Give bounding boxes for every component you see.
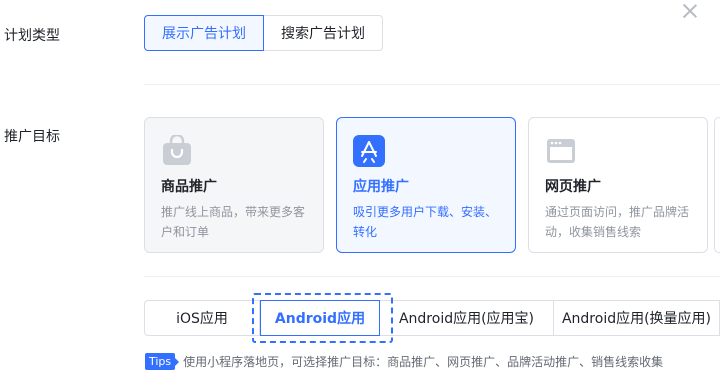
app-type-tabs: iOS应用 Android应用 Android应用(应用宝) Android应用… xyxy=(144,300,720,336)
shopping-bag-icon xyxy=(161,133,193,167)
tab-android-app-exchange[interactable]: Android应用(换量应用) xyxy=(554,300,720,336)
divider xyxy=(144,276,720,277)
goal-card-webpage[interactable]: 网页推广 通过页面访问，推广品牌活动，收集销售线索 xyxy=(528,117,708,253)
app-store-icon xyxy=(353,135,385,167)
promotion-goal-label: 推广目标 xyxy=(4,129,60,145)
tips-badge: Tips xyxy=(145,353,180,370)
goal-card-title: 网页推广 xyxy=(545,179,601,195)
goal-card-title: 应用推广 xyxy=(353,179,409,195)
goal-card-desc: 推广线上商品，带来更多客户和订单 xyxy=(161,205,306,239)
goal-card-desc: 吸引更多用户下载、安装、转化 xyxy=(353,205,498,239)
tab-android-app-yyb[interactable]: Android应用(应用宝) xyxy=(380,300,554,336)
tips-text: 使用小程序落地页，可选择推广目标：商品推广、网页推广、品牌活动推广、销售线索收集 xyxy=(183,355,664,369)
plan-type-display-button[interactable]: 展示广告计划 xyxy=(144,15,264,51)
tab-ios-app[interactable]: iOS应用 xyxy=(144,300,260,336)
goal-card-title: 商品推广 xyxy=(161,179,217,195)
plan-type-search-button[interactable]: 搜索广告计划 xyxy=(264,15,383,51)
goal-card-product[interactable]: 商品推广 推广线上商品，带来更多客户和订单 xyxy=(144,117,324,253)
goal-card-app[interactable]: 应用推广 吸引更多用户下载、安装、转化 xyxy=(336,117,516,253)
plan-type-segmented-control: 展示广告计划 搜索广告计划 xyxy=(144,15,383,51)
divider xyxy=(144,84,720,85)
focus-highlight xyxy=(252,293,393,343)
tips-row: Tips 使用小程序落地页，可选择推广目标：商品推广、网页推广、品牌活动推广、销… xyxy=(145,353,663,370)
browser-window-icon xyxy=(545,135,577,167)
goal-card-partial[interactable] xyxy=(714,117,720,253)
close-icon[interactable] xyxy=(682,3,698,19)
plan-type-label: 计划类型 xyxy=(4,28,60,44)
goal-card-desc: 通过页面访问，推广品牌活动，收集销售线索 xyxy=(545,205,690,239)
